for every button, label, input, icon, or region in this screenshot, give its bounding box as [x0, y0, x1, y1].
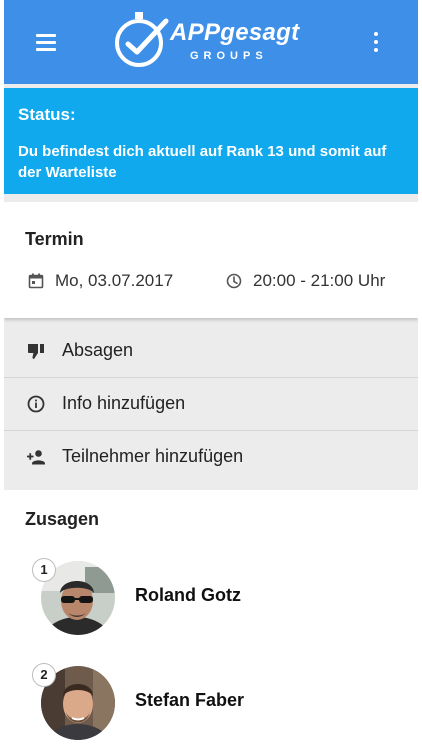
termin-card: Termin Mo, 03.07.2017 20:00 - 21:00 Uhr	[4, 202, 418, 318]
rank-text: Rank 13	[226, 143, 284, 160]
logo-text: APPgesagt	[170, 19, 300, 46]
more-vertical-icon[interactable]	[364, 30, 388, 54]
screen: APPgesagt GROUPS Status: Du befindest di…	[0, 0, 422, 750]
info-hinzufuegen-label: Info hinzufügen	[62, 393, 186, 413]
hamburger-menu-icon[interactable]	[34, 33, 58, 51]
termin-date: Mo, 03.07.2017	[28, 270, 208, 292]
clock-icon	[226, 273, 242, 289]
participant-row[interactable]: 1 Roland Gotz	[4, 558, 418, 645]
teilnehmer-hinzufuegen-label: Teilnehmer hinzufügen	[62, 446, 244, 466]
app-logo: APPgesagt GROUPS	[112, 7, 322, 69]
app-container: APPgesagt GROUPS Status: Du befindest di…	[4, 0, 418, 750]
info-hinzufuegen-button[interactable]: Info hinzufügen	[4, 378, 418, 430]
participant-row[interactable]: 2 Stefan Faber	[4, 663, 418, 750]
status-message: Du befindest dich aktuell auf Rank 13 un…	[18, 141, 410, 183]
status-banner: Status: Du befindest dich aktuell auf Ra…	[4, 88, 418, 194]
rank-badge: 1	[32, 558, 56, 582]
calendar-icon	[28, 273, 44, 289]
rank-badge: 2	[32, 663, 56, 687]
teilnehmer-hinzufuegen-button[interactable]: Teilnehmer hinzufügen	[4, 431, 418, 483]
info-icon	[27, 395, 45, 413]
participant-name: Stefan Faber	[135, 690, 245, 710]
clock-check-logo-icon	[115, 12, 169, 67]
zusagen-title: Zusagen	[25, 509, 100, 529]
termin-title: Termin	[25, 229, 84, 249]
participant-name: Roland Gotz	[135, 585, 241, 605]
absagen-label: Absagen	[62, 340, 134, 360]
add-person-icon	[27, 450, 45, 465]
logo-subtext: GROUPS	[190, 50, 268, 62]
status-message-prefix: Du befindest dich aktuell auf	[18, 143, 227, 160]
termin-time: 20:00 - 21:00 Uhr	[226, 270, 416, 292]
app-bar: APPgesagt GROUPS	[4, 0, 418, 84]
zusagen-section: Zusagen 1 Roland Gotz 2 Stefan Faber	[4, 490, 418, 750]
thumbs-down-icon	[27, 344, 44, 359]
termin-date-value: Mo, 03.07.2017	[55, 271, 174, 290]
termin-time-value: 20:00 - 21:00 Uhr	[253, 271, 386, 290]
status-title: Status:	[18, 105, 76, 124]
absagen-button[interactable]: Absagen	[4, 325, 418, 377]
